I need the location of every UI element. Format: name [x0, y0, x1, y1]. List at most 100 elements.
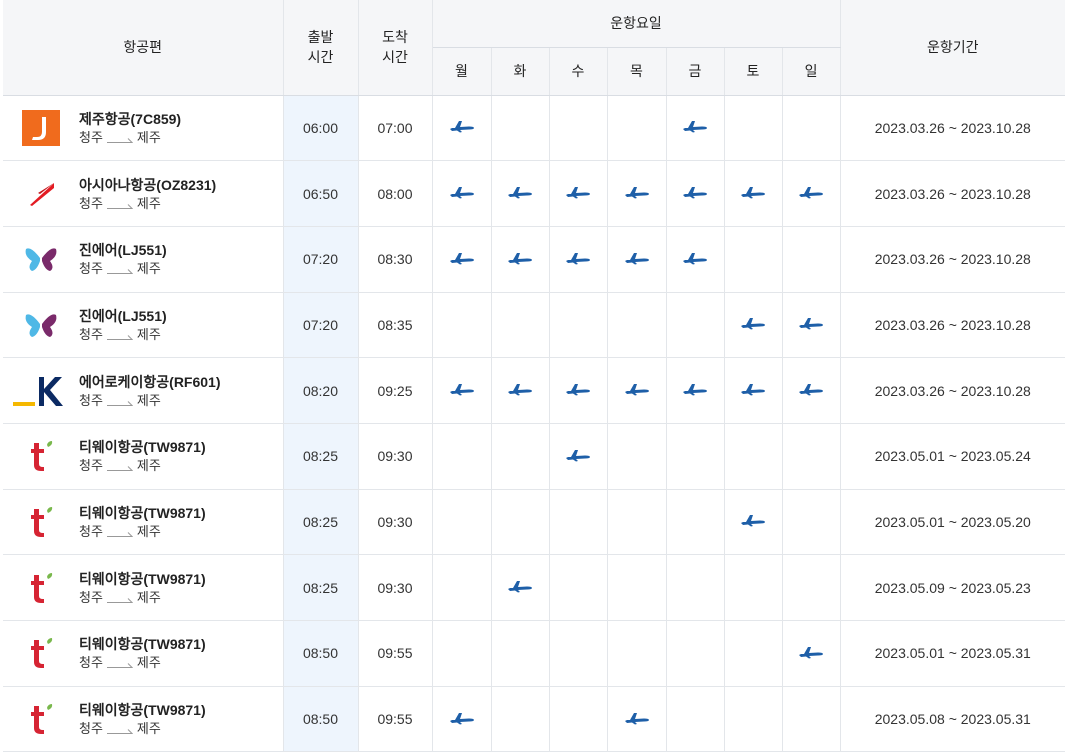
- arrival-time: 09:30: [358, 554, 433, 621]
- flight-cell: 티웨이항공(TW9871) 청주 제주: [3, 620, 284, 687]
- day-wed: [549, 357, 608, 424]
- day-mon: [432, 292, 492, 359]
- operating-period: 2023.03.26 ~ 2023.10.28: [840, 292, 1066, 359]
- day-mon: [432, 423, 492, 490]
- arrival-time: 08:00: [358, 160, 433, 227]
- day-sun: [782, 357, 841, 424]
- flight-cell: 티웨이항공(TW9871) 청주 제주: [3, 489, 284, 556]
- route-origin: 청주: [79, 721, 103, 737]
- day-sat: [724, 160, 783, 227]
- airplane-icon: [799, 384, 824, 396]
- day-mon: [432, 357, 492, 424]
- route-destination: 제주: [136, 261, 161, 277]
- day-thu: [607, 226, 667, 293]
- day-sun: [782, 489, 841, 556]
- day-wed: [549, 686, 608, 753]
- route-destination: 제주: [136, 129, 161, 145]
- operating-period: 2023.05.01 ~ 2023.05.20: [840, 489, 1066, 556]
- arrival-time: 09:25: [358, 357, 433, 424]
- day-sat: [724, 226, 783, 293]
- day-sat: [724, 620, 783, 687]
- day-mon: [432, 95, 492, 162]
- day-tue: [491, 160, 550, 227]
- airline-name: 티웨이항공(TW9871): [79, 702, 206, 719]
- header-day-wed: 수: [549, 46, 608, 96]
- route: 청주 제주: [79, 720, 206, 738]
- airline-logo: [3, 436, 79, 476]
- flight-cell: 진에어(LJ551) 청주 제주: [3, 292, 284, 359]
- table-row: 아시아나항공(OZ8231) 청주 제주 06:50 08:00 2023.03…: [3, 160, 1066, 227]
- route-destination: 제주: [136, 458, 161, 474]
- airplane-icon: [741, 515, 765, 527]
- departure-time: 07:20: [283, 226, 359, 293]
- arrival-time: 09:30: [358, 423, 433, 490]
- flight-cell: 아시아나항공(OZ8231) 청주 제주: [3, 160, 284, 227]
- operating-period: 2023.05.01 ~ 2023.05.31: [840, 620, 1066, 687]
- arrow-right-icon: [106, 203, 133, 209]
- route: 청주 제주: [79, 260, 167, 278]
- route: 청주 제주: [79, 326, 167, 344]
- airline-name: 아시아나항공(OZ8231): [79, 176, 217, 193]
- route-destination: 제주: [136, 195, 161, 211]
- day-thu: [607, 160, 667, 227]
- arrow-right-icon: [106, 137, 133, 143]
- day-sat: [724, 554, 783, 621]
- route-origin: 청주: [79, 589, 103, 605]
- day-mon: [432, 686, 492, 753]
- route-destination: 제주: [136, 589, 161, 605]
- airplane-icon: [449, 252, 474, 265]
- day-tue: [491, 292, 550, 359]
- airplane-icon: [508, 581, 532, 593]
- airplane-icon: [683, 252, 707, 265]
- route: 청주 제주: [79, 589, 206, 607]
- departure-time: 08:25: [283, 423, 359, 490]
- day-tue: [491, 489, 550, 556]
- flight-cell: 티웨이항공(TW9871) 청주 제주: [3, 686, 284, 753]
- airline-name: 티웨이항공(TW9871): [79, 570, 206, 587]
- airplane-icon: [508, 252, 532, 265]
- airplane-icon: [741, 384, 765, 396]
- airplane-icon: [683, 384, 707, 396]
- airplane-icon: [566, 252, 590, 265]
- route: 청주 제주: [79, 195, 216, 213]
- airline-logo: [3, 108, 79, 148]
- day-fri: [666, 357, 725, 424]
- airline-logo: [3, 239, 79, 279]
- day-sun: [782, 292, 841, 359]
- header-operating-period: 운항기간: [840, 0, 1066, 96]
- airplane-icon: [741, 318, 765, 330]
- day-wed: [549, 423, 608, 490]
- route-origin: 청주: [79, 458, 103, 474]
- arrow-right-icon: [106, 532, 133, 537]
- route-origin: 청주: [79, 195, 103, 211]
- header-flight: 항공편: [3, 0, 284, 96]
- day-wed: [549, 95, 608, 162]
- airplane-icon: [624, 187, 649, 199]
- operating-period: 2023.03.26 ~ 2023.10.28: [840, 357, 1066, 424]
- airline-logo: [3, 699, 79, 739]
- day-thu: [607, 95, 667, 162]
- day-tue: [491, 357, 550, 424]
- day-wed: [549, 489, 608, 556]
- arrow-right-icon: [106, 597, 133, 603]
- day-mon: [432, 226, 492, 293]
- day-sat: [724, 357, 783, 424]
- table-row: 티웨이항공(TW9871) 청주 제주 08:25 09:30 2023.05.…: [3, 423, 1066, 490]
- day-thu: [607, 423, 667, 490]
- day-fri: [666, 686, 725, 753]
- departure-time: 08:50: [283, 620, 359, 687]
- day-sat: [724, 292, 783, 359]
- route-origin: 청주: [79, 655, 103, 671]
- day-thu: [607, 620, 667, 687]
- airplane-icon: [683, 187, 707, 199]
- airline-name: 에어로케이항공(RF601): [79, 373, 221, 390]
- departure-time: 08:20: [283, 357, 359, 424]
- day-tue: [491, 620, 550, 687]
- flight-cell: 에어로케이항공(RF601) 청주 제주: [3, 357, 284, 424]
- flight-cell: 티웨이항공(TW9871) 청주 제주: [3, 423, 284, 490]
- airplane-icon: [799, 646, 824, 659]
- day-thu: [607, 686, 667, 753]
- day-thu: [607, 554, 667, 621]
- header-day-sat: 토: [724, 46, 783, 96]
- airline-logo: [3, 174, 79, 214]
